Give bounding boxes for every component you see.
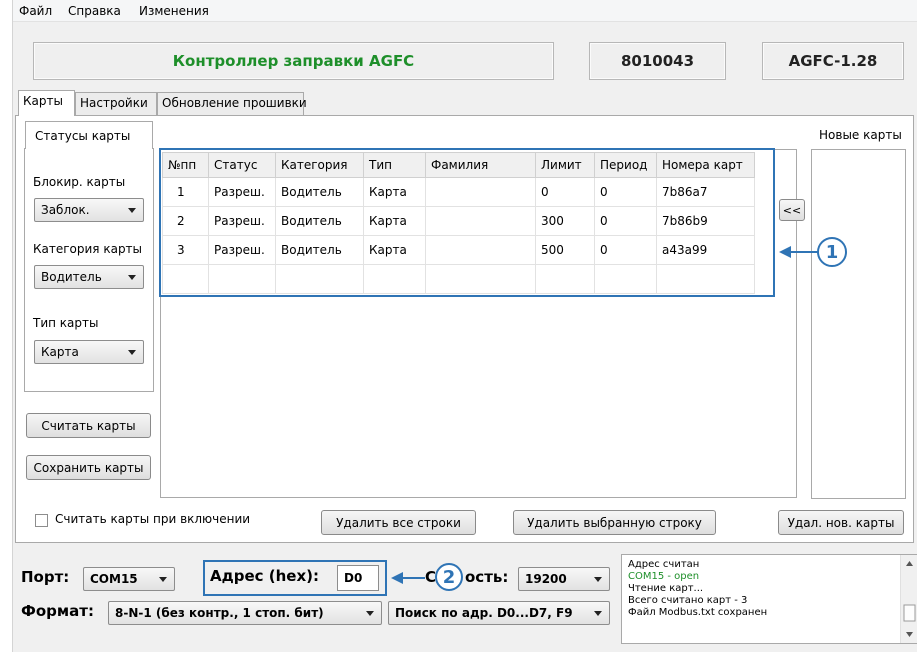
callout-arrow-2 xyxy=(391,572,425,584)
port-select-value: COM15 xyxy=(90,572,138,586)
save-cards-button[interactable]: Сохранить карты xyxy=(26,455,151,480)
tab-card-statuses[interactable]: Статусы карты xyxy=(25,121,153,149)
block-label: Блокир. карты xyxy=(33,175,126,189)
delete-new-cards-button[interactable]: Удал. нов. карты xyxy=(778,510,904,535)
read-on-start-checkbox[interactable] xyxy=(35,514,48,527)
chevron-down-icon xyxy=(594,611,602,616)
chevron-down-icon xyxy=(128,350,136,355)
tab-cards[interactable]: Карты xyxy=(18,90,75,116)
chevron-down-icon xyxy=(366,611,374,616)
read-on-start-label: Считать карты при включении xyxy=(55,512,251,526)
menu-changes[interactable]: Изменения xyxy=(139,4,209,18)
type-label: Тип карты xyxy=(33,316,99,330)
device-serial: 8010043 xyxy=(589,42,726,80)
block-select[interactable]: Заблок. xyxy=(34,198,144,222)
address-search-value: Поиск по адр. D0...D7, F9 xyxy=(395,606,573,620)
device-title: Контроллер заправки AGFC xyxy=(33,42,554,80)
log-line: Чтение карт... xyxy=(628,583,704,594)
callout-arrow-1 xyxy=(779,246,819,258)
new-cards-list[interactable] xyxy=(811,149,906,499)
menu-help[interactable]: Справка xyxy=(68,4,121,18)
callout-badge-2: 2 xyxy=(435,563,463,591)
app-window: Файл Справка Изменения Контроллер заправ… xyxy=(12,0,917,652)
log-line: Файл Modbus.txt сохранен xyxy=(628,607,768,618)
format-label: Формат: xyxy=(21,602,94,620)
category-label: Категория карты xyxy=(33,242,143,256)
format-select-value: 8-N-1 (без контр., 1 стоп. бит) xyxy=(115,606,324,620)
menu-bar: Файл Справка Изменения xyxy=(13,0,917,22)
menu-file[interactable]: Файл xyxy=(19,4,52,18)
address-input[interactable]: D0 xyxy=(337,565,379,591)
chevron-down-icon xyxy=(159,577,167,582)
tab-firmware-update[interactable]: Обновление прошивки xyxy=(157,92,307,115)
port-select[interactable]: COM15 xyxy=(83,567,175,591)
delete-all-rows-button[interactable]: Удалить все строки xyxy=(321,510,476,535)
speed-select-value: 19200 xyxy=(525,572,567,586)
address-label: Адрес (hex): xyxy=(210,567,319,585)
log-line: Всего считано карт - 3 xyxy=(628,595,748,606)
log-line: COM15 - open xyxy=(628,571,700,582)
block-select-value: Заблок. xyxy=(41,203,90,217)
chevron-down-icon xyxy=(128,208,136,213)
speed-label-end: ость: xyxy=(465,568,509,586)
status-log[interactable]: Адрес считан COM15 - open Чтение карт...… xyxy=(621,554,917,644)
port-label: Порт: xyxy=(21,568,70,586)
tab-settings[interactable]: Настройки xyxy=(75,92,157,115)
chevron-down-icon xyxy=(128,275,136,280)
move-to-table-button[interactable]: << xyxy=(779,199,805,221)
callout-badge-1: 1 xyxy=(817,237,847,267)
format-select[interactable]: 8-N-1 (без контр., 1 стоп. бит) xyxy=(108,601,382,625)
speed-select[interactable]: 19200 xyxy=(518,567,610,591)
chevron-down-icon xyxy=(594,577,602,582)
firmware-version: AGFC-1.28 xyxy=(762,42,904,80)
category-select-value: Водитель xyxy=(41,270,102,284)
delete-selected-row-button[interactable]: Удалить выбранную строку xyxy=(513,510,716,535)
table-highlight-frame xyxy=(159,148,775,297)
scrollbar-arrows-icon xyxy=(903,561,916,637)
log-scrollbar[interactable] xyxy=(900,555,917,643)
new-cards-label: Новые карты xyxy=(819,128,902,142)
category-select[interactable]: Водитель xyxy=(34,265,144,289)
type-select-value: Карта xyxy=(41,345,79,359)
type-select[interactable]: Карта xyxy=(34,340,144,364)
log-line: Адрес считан xyxy=(628,559,700,570)
read-cards-button[interactable]: Считать карты xyxy=(26,413,151,438)
address-search-select[interactable]: Поиск по адр. D0...D7, F9 xyxy=(388,601,610,625)
